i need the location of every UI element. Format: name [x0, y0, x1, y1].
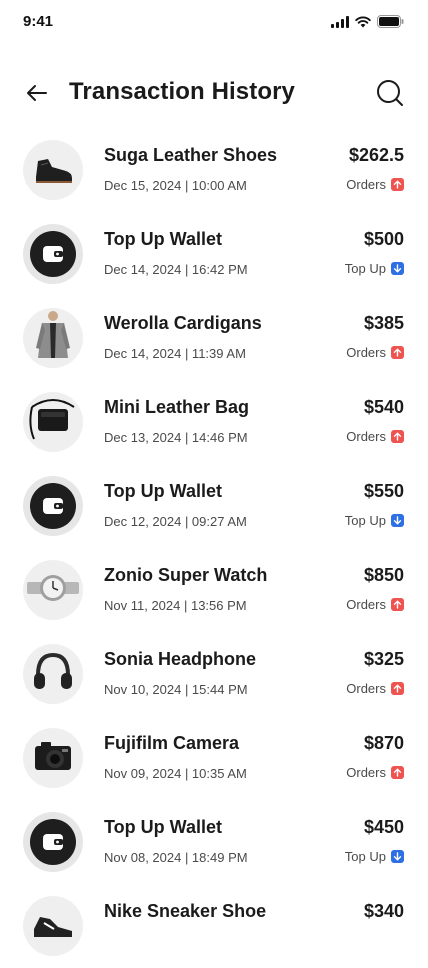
- product-thumbnail: [23, 224, 83, 284]
- transaction-amount: $500: [363, 229, 404, 249]
- arrow-down-icon: [391, 262, 404, 275]
- app-header: Transaction History: [0, 68, 428, 118]
- transaction-amount: $850: [363, 565, 404, 585]
- transaction-amount: $870: [363, 733, 404, 753]
- product-thumbnail: [23, 896, 83, 956]
- transaction-name: Top Up Wallet: [104, 817, 222, 837]
- transaction-type: Top Up: [345, 513, 404, 528]
- transaction-row[interactable]: Zonio Super Watch Nov 11, 2024 | 13:56 PM…: [0, 548, 428, 632]
- transaction-list: Suga Leather Shoes Dec 15, 2024 | 10:00 A…: [0, 128, 428, 968]
- transaction-type: Orders: [346, 177, 404, 192]
- transaction-name: Fujifilm Camera: [104, 733, 240, 753]
- product-thumbnail: [23, 644, 83, 704]
- arrow-down-icon: [391, 514, 404, 527]
- transaction-type: Top Up: [345, 261, 404, 276]
- arrow-up-icon: [391, 178, 404, 191]
- watch-icon: [25, 563, 81, 618]
- camera-icon: [28, 731, 78, 786]
- transaction-type-label: Top Up: [344, 261, 386, 276]
- search-icon: [377, 80, 403, 106]
- transaction-date: Nov 09, 2024 | 10:35 AM: [104, 766, 247, 781]
- arrow-left-icon: [27, 85, 47, 101]
- arrow-down-icon: [391, 850, 404, 863]
- status-icons: [331, 15, 404, 28]
- product-thumbnail: [23, 560, 83, 620]
- transaction-row[interactable]: Top Up Wallet Dec 12, 2024 | 09:27 AM $550…: [0, 464, 428, 548]
- transaction-amount: $325: [363, 649, 404, 669]
- arrow-up-icon: [391, 682, 404, 695]
- product-thumbnail: [23, 392, 83, 452]
- cardigan-icon: [28, 308, 78, 368]
- transaction-name: Suga Leather Shoes: [104, 145, 278, 165]
- wallet-icon: [30, 231, 76, 277]
- transaction-type: Orders: [346, 765, 404, 780]
- transaction-row[interactable]: Mini Leather Bag Dec 13, 2024 | 14:46 PM $…: [0, 380, 428, 464]
- transaction-type-label: Orders: [346, 345, 386, 360]
- transaction-name: Zonio Super Watch: [104, 565, 268, 585]
- transaction-amount: $262.5: [348, 145, 404, 165]
- arrow-up-icon: [391, 766, 404, 779]
- product-thumbnail: [23, 476, 83, 536]
- transaction-type-label: Orders: [346, 597, 386, 612]
- transaction-row[interactable]: Nike Sneaker Shoe $340: [0, 884, 428, 968]
- status-bar: 9:41: [0, 0, 428, 44]
- transaction-row[interactable]: Top Up Wallet Dec 14, 2024 | 16:42 PM $500…: [0, 212, 428, 296]
- transaction-amount: $550: [363, 481, 404, 501]
- transaction-name: Werolla Cardigans: [104, 313, 262, 333]
- transaction-date: Dec 14, 2024 | 16:42 PM: [104, 262, 248, 277]
- transaction-name: Nike Sneaker Shoe: [104, 901, 267, 921]
- transaction-row[interactable]: Werolla Cardigans Dec 14, 2024 | 11:39 AM…: [0, 296, 428, 380]
- transaction-type-label: Orders: [346, 177, 386, 192]
- transaction-type-label: Orders: [346, 765, 386, 780]
- transaction-type: Orders: [346, 345, 404, 360]
- signal-icon: [331, 15, 349, 28]
- transaction-date: Dec 15, 2024 | 10:00 AM: [104, 178, 247, 193]
- transaction-amount: $340: [363, 901, 404, 921]
- transaction-name: Sonia Headphone: [104, 649, 257, 669]
- transaction-row[interactable]: Top Up Wallet Nov 08, 2024 | 18:49 PM $450…: [0, 800, 428, 884]
- transaction-type-label: Orders: [346, 429, 386, 444]
- transaction-row[interactable]: Fujifilm Camera Nov 09, 2024 | 10:35 AM $8…: [0, 716, 428, 800]
- wallet-icon: [30, 819, 76, 865]
- transaction-date: Dec 13, 2024 | 14:46 PM: [104, 430, 248, 445]
- wifi-icon: [355, 16, 371, 27]
- transaction-type: Orders: [346, 681, 404, 696]
- transaction-type-label: Top Up: [344, 849, 386, 864]
- arrow-up-icon: [391, 598, 404, 611]
- sneaker-icon: [28, 899, 78, 954]
- transaction-amount: $450: [363, 817, 404, 837]
- transaction-type-label: Orders: [346, 681, 386, 696]
- transaction-name: Top Up Wallet: [104, 481, 222, 501]
- product-thumbnail: [23, 728, 83, 788]
- product-thumbnail: [23, 140, 83, 200]
- wallet-icon: [30, 483, 76, 529]
- search-button[interactable]: [374, 77, 406, 109]
- battery-icon: [377, 15, 404, 28]
- transaction-date: Dec 12, 2024 | 09:27 AM: [104, 514, 247, 529]
- transaction-type: Orders: [346, 597, 404, 612]
- status-time: 9:41: [23, 13, 54, 30]
- shoe-icon: [28, 143, 78, 198]
- transaction-name: Top Up Wallet: [104, 229, 222, 249]
- back-button[interactable]: [22, 78, 52, 108]
- page-title: Transaction History: [69, 78, 295, 105]
- transaction-type: Orders: [346, 429, 404, 444]
- arrow-up-icon: [391, 430, 404, 443]
- arrow-up-icon: [391, 346, 404, 359]
- transaction-amount: $540: [363, 397, 404, 417]
- bag-icon: [26, 395, 80, 450]
- transaction-date: Nov 11, 2024 | 13:56 PM: [104, 598, 247, 613]
- transaction-row[interactable]: Sonia Headphone Nov 10, 2024 | 15:44 PM $3…: [0, 632, 428, 716]
- transaction-date: Dec 14, 2024 | 11:39 AM: [104, 346, 246, 361]
- headphone-icon: [28, 647, 78, 702]
- transaction-date: Nov 10, 2024 | 15:44 PM: [104, 682, 248, 697]
- transaction-type-label: Top Up: [344, 513, 386, 528]
- transaction-type: Top Up: [345, 849, 404, 864]
- product-thumbnail: [23, 308, 83, 368]
- product-thumbnail: [23, 812, 83, 872]
- transaction-row[interactable]: Suga Leather Shoes Dec 15, 2024 | 10:00 A…: [0, 128, 428, 212]
- transaction-name: Mini Leather Bag: [104, 397, 250, 417]
- transaction-date: Nov 08, 2024 | 18:49 PM: [104, 850, 248, 865]
- transaction-amount: $385: [363, 313, 404, 333]
